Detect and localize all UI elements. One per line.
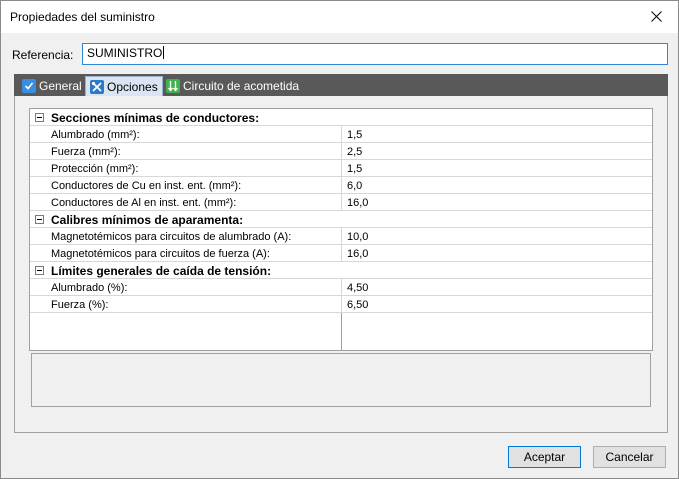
property-value[interactable]: 6,0 [347, 180, 362, 192]
group-title: Secciones mínimas de conductores: [51, 111, 260, 125]
property-label: Conductores de Al en inst. ent. (mm²): [51, 197, 237, 209]
property-value[interactable]: 16,0 [347, 248, 368, 260]
close-icon [650, 11, 662, 22]
tab-general-label: General [39, 79, 82, 93]
referencia-input[interactable]: SUMINISTRO [82, 43, 668, 65]
group-title: Límites generales de caída de tensión: [51, 264, 272, 278]
tab-bar: General Opciones Circuito de acometida [14, 74, 668, 96]
property-label: Protección (mm²): [51, 163, 139, 175]
property-value[interactable]: 10,0 [347, 231, 368, 243]
tab-opciones[interactable]: Opciones [85, 76, 163, 96]
cancelar-button[interactable]: Cancelar [593, 446, 666, 468]
options-panel: Secciones mínimas de conductores: Alumbr… [14, 96, 668, 433]
column-divider [341, 126, 342, 211]
group-title: Calibres mínimos de aparamenta: [51, 213, 244, 227]
property-label: Fuerza (mm²): [51, 146, 121, 158]
group-limites[interactable]: Límites generales de caída de tensión: [30, 262, 652, 279]
property-value[interactable]: 1,5 [347, 129, 362, 141]
group-calibres[interactable]: Calibres mínimos de aparamenta: [30, 211, 652, 228]
tools-icon [90, 79, 104, 94]
property-label: Fuerza (%): [51, 299, 109, 311]
property-value[interactable]: 1,5 [347, 163, 362, 175]
title-bar: Propiedades del suministro [1, 1, 678, 33]
collapse-icon[interactable] [35, 215, 44, 224]
tab-opciones-label: Opciones [107, 79, 158, 94]
property-grid: Secciones mínimas de conductores: Alumbr… [29, 108, 653, 351]
column-divider [341, 313, 342, 350]
group-secciones[interactable]: Secciones mínimas de conductores: [30, 109, 652, 126]
referencia-label: Referencia: [12, 48, 74, 62]
property-value[interactable]: 16,0 [347, 197, 368, 209]
checkbox-icon [22, 79, 36, 93]
property-label: Magnetotémicos para circuitos de alumbra… [51, 231, 292, 243]
property-value[interactable]: 4,50 [347, 282, 368, 294]
collapse-icon[interactable] [35, 113, 44, 122]
window-title: Propiedades del suministro [10, 10, 155, 24]
tab-circuito-label: Circuito de acometida [183, 79, 300, 93]
dialog-window: Propiedades del suministro Referencia: S… [0, 0, 679, 479]
collapse-icon[interactable] [35, 266, 44, 275]
column-divider [341, 279, 342, 313]
tab-general[interactable]: General [18, 76, 86, 96]
tab-circuito-acometida[interactable]: Circuito de acometida [162, 76, 303, 96]
property-label: Alumbrado (mm²): [51, 129, 140, 141]
property-label: Alumbrado (%): [51, 282, 128, 294]
close-button[interactable] [634, 1, 678, 32]
circuit-icon [166, 79, 180, 93]
description-box [31, 353, 651, 407]
referencia-value: SUMINISTRO [87, 46, 163, 60]
property-label: Conductores de Cu en inst. ent. (mm²): [51, 180, 242, 192]
column-divider [341, 228, 342, 262]
property-value[interactable]: 6,50 [347, 299, 368, 311]
property-value[interactable]: 2,5 [347, 146, 362, 158]
aceptar-button[interactable]: Aceptar [508, 446, 581, 468]
property-label: Magnetotémicos para circuitos de fuerza … [51, 248, 270, 260]
